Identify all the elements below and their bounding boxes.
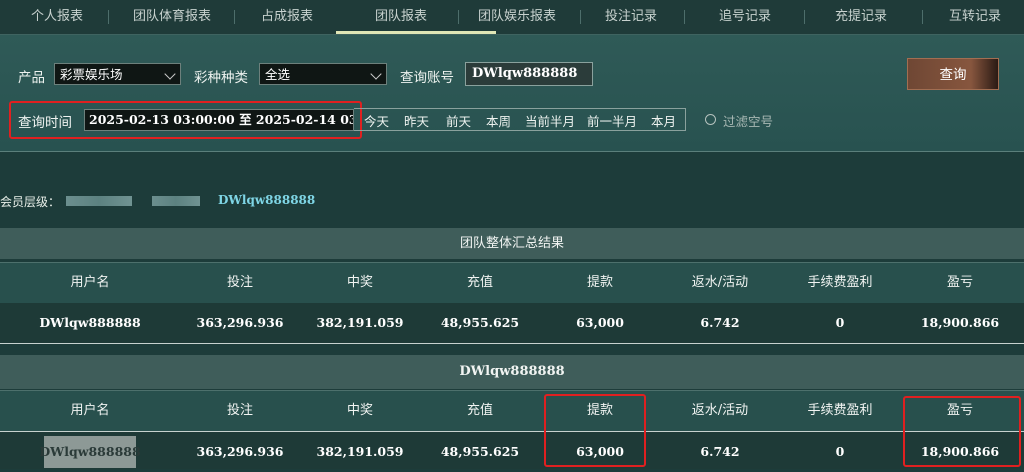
member-level-label: 会员层级： xyxy=(0,195,61,209)
product-select[interactable]: 彩票娱乐场 xyxy=(54,63,181,85)
col-win: 中奖 xyxy=(346,275,373,290)
col-username: 用户名 xyxy=(70,403,110,418)
type-label: 彩种种类 xyxy=(194,70,248,86)
cell-bet: 363,296.936 xyxy=(196,444,284,459)
quick-range-this-week[interactable]: 本周 xyxy=(486,111,511,130)
filter-empty-label: 过滤空号 xyxy=(723,114,774,129)
detail-header-row: 用户名 投注 中奖 充值 提款 返水/活动 手续费盈利 盈亏 xyxy=(0,390,1024,432)
product-label: 产品 xyxy=(18,70,45,86)
tab-team-entertainment-report[interactable]: 团队娱乐报表 xyxy=(464,0,570,34)
col-bet: 投注 xyxy=(226,275,253,290)
redacted-username xyxy=(66,196,132,206)
cell-withdraw: 63,000 xyxy=(576,315,624,330)
cell-fee-profit: 0 xyxy=(835,444,845,459)
highlight-box xyxy=(9,101,362,139)
tab-team-sports-report[interactable]: 团队体育报表 xyxy=(116,0,228,34)
cell-fee-profit: 0 xyxy=(835,315,845,330)
col-bet: 投注 xyxy=(226,403,253,418)
tab-team-report[interactable]: 团队报表 xyxy=(356,0,446,34)
tab-chase-records[interactable]: 追号记录 xyxy=(702,0,788,34)
cell-rebate: 6.742 xyxy=(700,315,740,330)
col-withdraw: 提款 xyxy=(586,275,613,290)
tab-personal-report[interactable]: 个人报表 xyxy=(14,0,100,34)
table-row: DWlqw888888 363,296.936 382,191.059 48,9… xyxy=(0,432,1024,469)
highlight-box xyxy=(544,394,646,467)
cell-win: 382,191.059 xyxy=(316,444,404,459)
col-deposit: 充值 xyxy=(466,403,493,418)
col-rebate: 返水/活动 xyxy=(691,275,749,290)
cell-bet: 363,296.936 xyxy=(196,315,284,330)
tab-bet-records[interactable]: 投注记录 xyxy=(588,0,674,34)
quick-range-day-before[interactable]: 前天 xyxy=(446,111,471,130)
summary-title: 团队整体汇总结果 xyxy=(0,228,1024,259)
cell-username: DWlqw888888 xyxy=(39,315,141,330)
quick-range-yesterday[interactable]: 昨天 xyxy=(404,111,429,130)
table-row: DWlqw888888 363,296.936 382,191.059 48,9… xyxy=(0,303,1024,344)
active-tab-indicator xyxy=(336,31,496,34)
cell-rebate: 6.742 xyxy=(700,444,740,459)
quick-range-previous-half-month[interactable]: 前一半月 xyxy=(587,111,637,130)
report-tabs: 个人报表 团队体育报表 占成报表 团队报表 团队娱乐报表 投注记录 追号记录 充… xyxy=(0,0,1024,35)
redacted-username xyxy=(152,196,200,206)
col-fee-profit: 手续费盈利 xyxy=(807,275,873,290)
type-select[interactable]: 全选 xyxy=(259,63,387,85)
account-input[interactable]: DWlqw888888 xyxy=(465,62,593,86)
cell-profit-loss: 18,900.866 xyxy=(920,315,1000,330)
tab-divider xyxy=(804,10,805,24)
quick-range-today[interactable]: 今天 xyxy=(364,111,389,130)
tab-divider xyxy=(108,10,109,24)
cell-username[interactable]: DWlqw888888 xyxy=(30,432,150,469)
tab-transfer-records[interactable]: 互转记录 xyxy=(932,0,1018,34)
col-win: 中奖 xyxy=(346,403,373,418)
tab-share-report[interactable]: 占成报表 xyxy=(244,0,330,34)
col-fee-profit: 手续费盈利 xyxy=(807,403,873,418)
tab-deposit-withdraw-records[interactable]: 充提记录 xyxy=(818,0,904,34)
summary-header-row: 用户名 投注 中奖 充值 提款 返水/活动 手续费盈利 盈亏 xyxy=(0,262,1024,304)
account-label: 查询账号 xyxy=(400,70,454,86)
chevron-down-icon xyxy=(370,68,382,80)
tab-divider xyxy=(684,10,685,24)
col-username: 用户名 xyxy=(70,275,110,290)
product-select-value: 彩票娱乐场 xyxy=(60,67,123,82)
chevron-down-icon xyxy=(164,68,176,80)
cell-deposit: 48,955.625 xyxy=(440,315,520,330)
cell-win: 382,191.059 xyxy=(316,315,404,330)
tab-divider xyxy=(922,10,923,24)
detail-title: DWlqw888888 xyxy=(0,355,1024,389)
col-rebate: 返水/活动 xyxy=(691,403,749,418)
member-level-account-link[interactable]: DWlqw888888 xyxy=(218,193,315,207)
type-select-value: 全选 xyxy=(265,67,291,82)
filter-empty-radio[interactable] xyxy=(705,114,716,125)
quick-range-this-month[interactable]: 本月 xyxy=(651,111,676,130)
tab-divider xyxy=(458,10,459,24)
col-profit-loss: 盈亏 xyxy=(946,275,973,290)
quick-range-current-half-month[interactable]: 当前半月 xyxy=(525,111,575,130)
highlight-box xyxy=(903,396,1021,467)
col-deposit: 充值 xyxy=(466,275,493,290)
tab-divider xyxy=(234,10,235,24)
tab-divider xyxy=(580,10,581,24)
cell-deposit: 48,955.625 xyxy=(440,444,520,459)
query-button[interactable]: 查询 xyxy=(907,58,999,90)
